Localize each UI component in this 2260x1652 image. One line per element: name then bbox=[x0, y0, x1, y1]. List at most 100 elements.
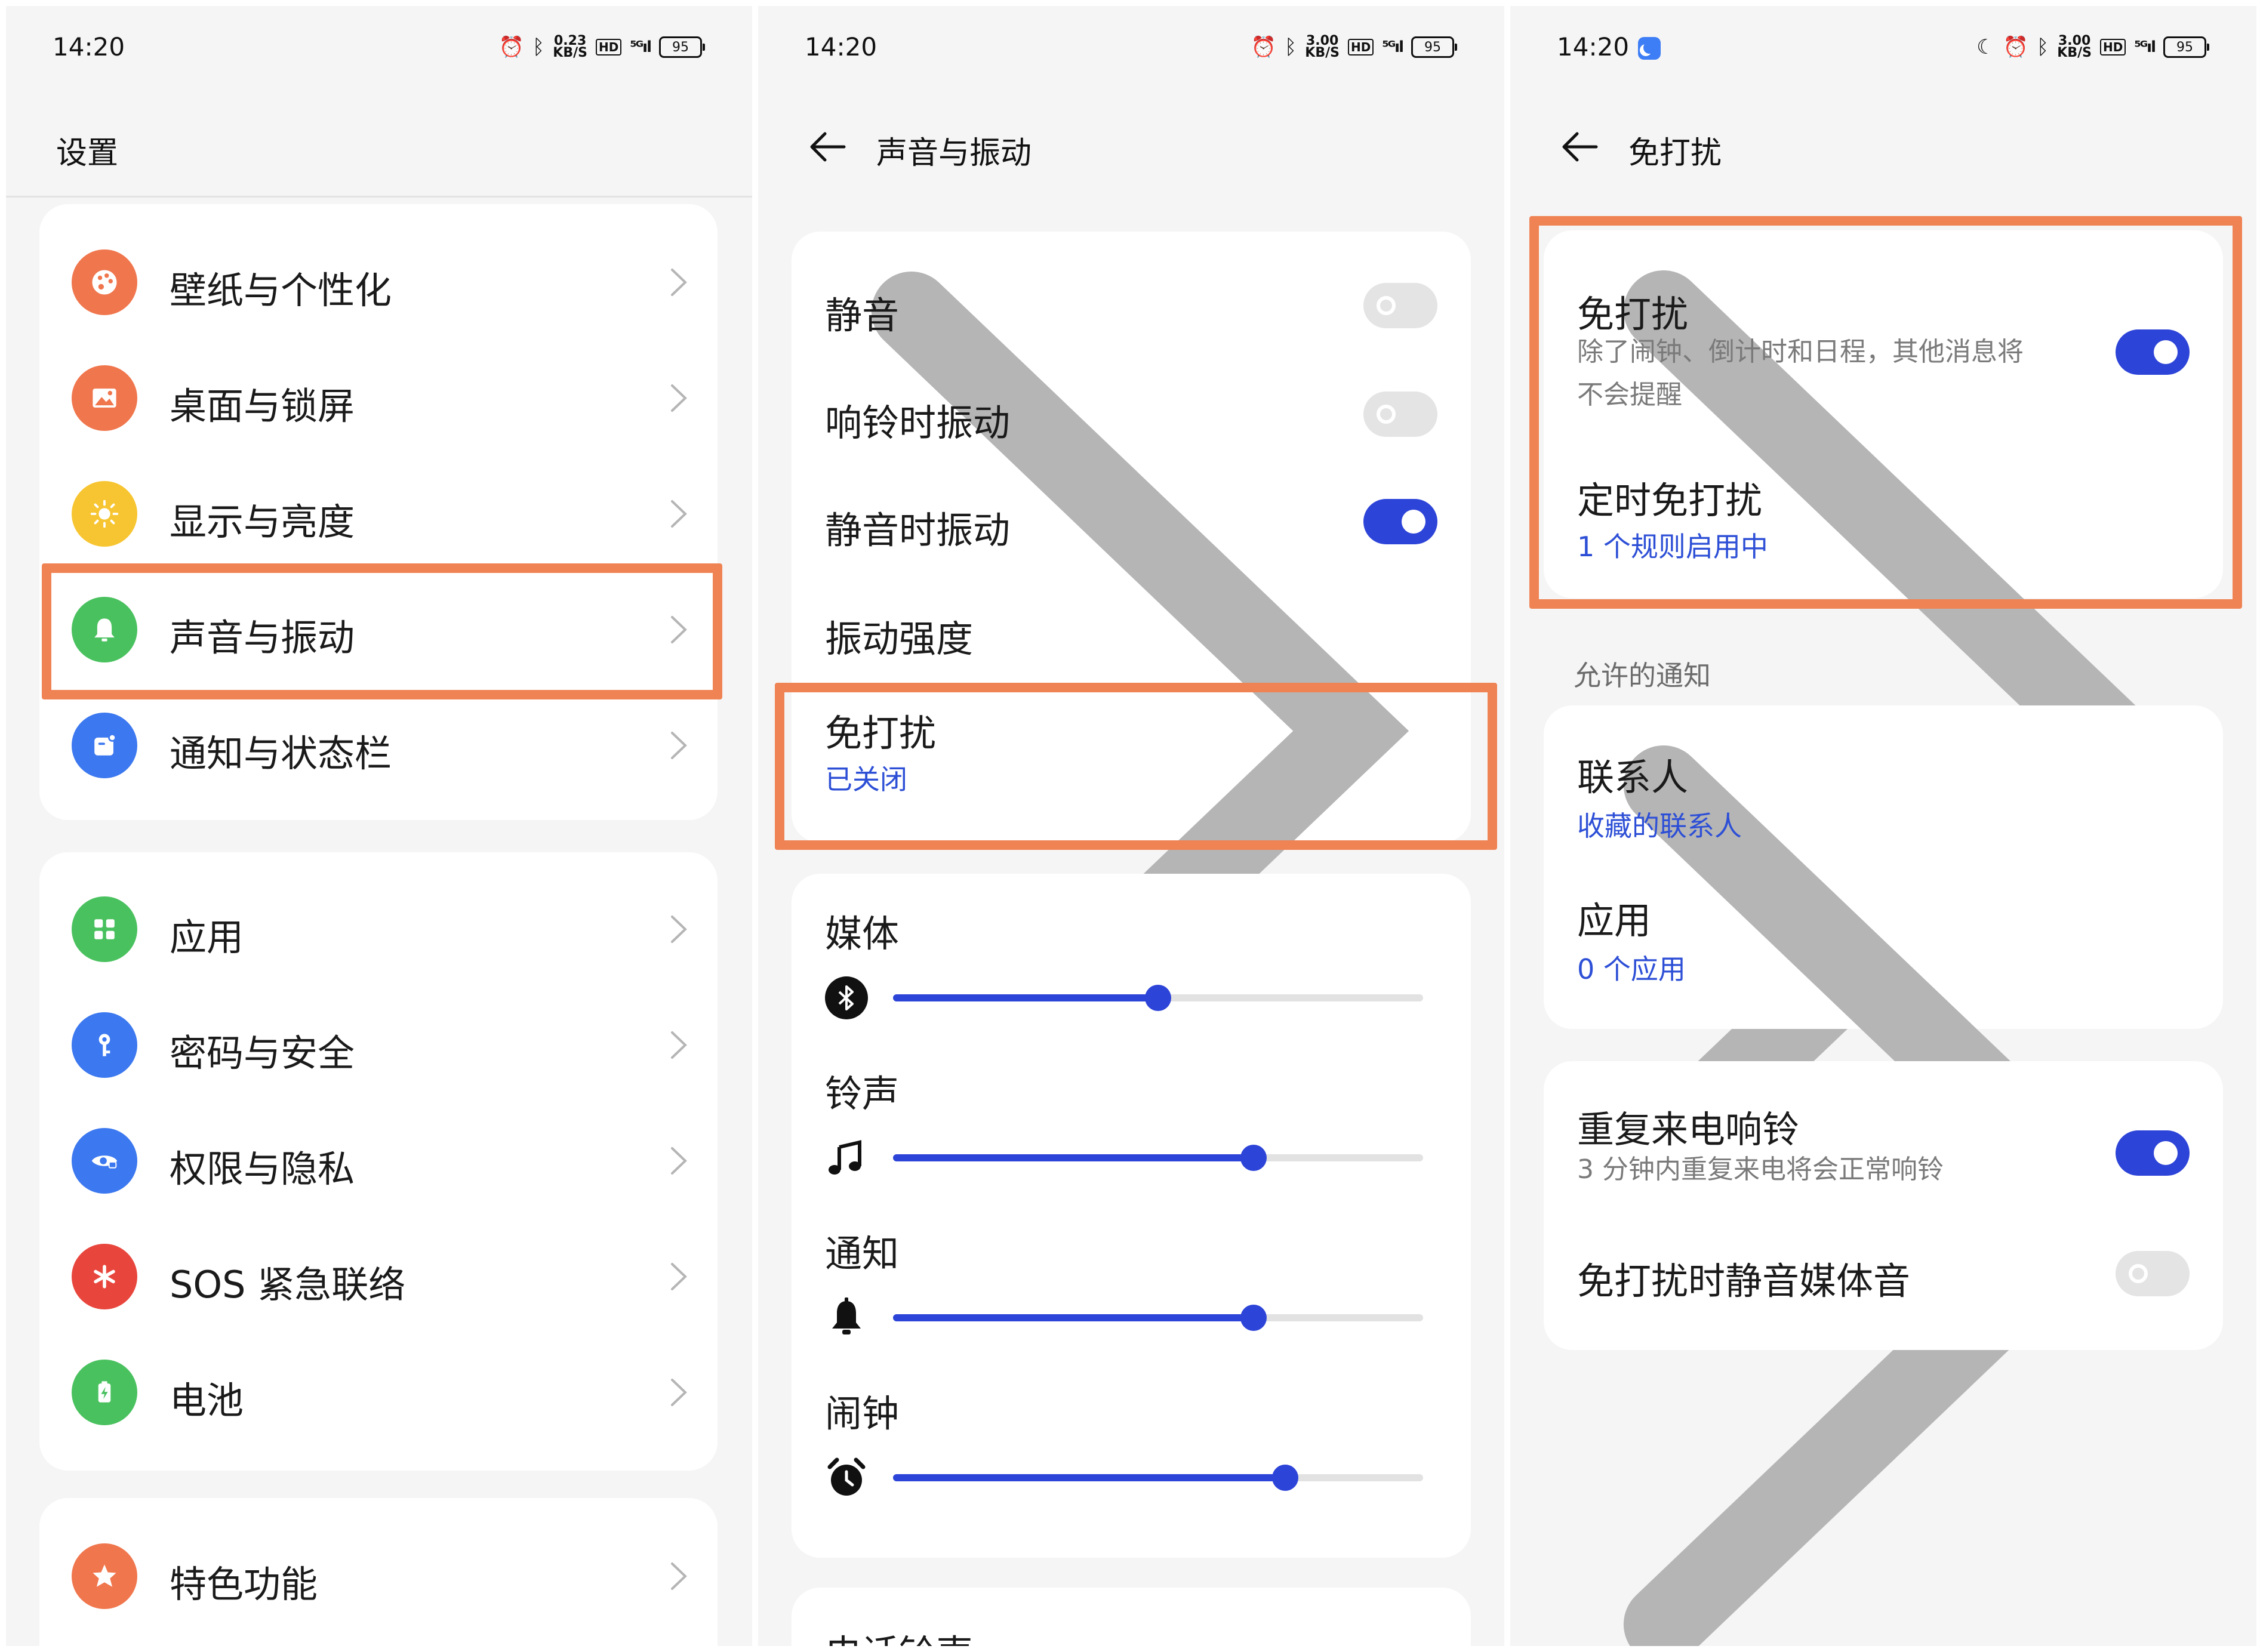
settings-item-label: 特色功能 bbox=[170, 1562, 318, 1606]
header-divider bbox=[6, 196, 752, 198]
battery-icon bbox=[72, 1360, 137, 1425]
allowed-notifications-label: 允许的通知 bbox=[1574, 659, 1711, 692]
silent-toggle[interactable] bbox=[1363, 283, 1437, 328]
chevron-right-icon bbox=[669, 1030, 689, 1060]
bluetooth-icon: ᛒ bbox=[2036, 35, 2049, 59]
settings-item-label: 桌面与锁屏 bbox=[170, 384, 355, 428]
status-icons: ☾ ⏰ ᛒ 3.00 KB/S HD ⁵ᴳıl 95 bbox=[1976, 33, 2209, 61]
settings-item[interactable]: 权限与隐私 bbox=[39, 1116, 718, 1206]
highlight-box bbox=[1529, 216, 2242, 609]
ringtone-label[interactable]: 电话铃声 bbox=[825, 1623, 973, 1646]
alarm-icon: ⏰ bbox=[2003, 35, 2028, 59]
vibrate-silent-toggle[interactable] bbox=[1363, 499, 1437, 544]
volume-slider-fill bbox=[893, 1474, 1286, 1481]
chevron-right-icon bbox=[669, 499, 689, 529]
apps-label[interactable]: 应用 bbox=[1577, 890, 1651, 944]
sound-vibration-screen: 14:20 ⏰ ᛒ 3.00 KB/S HD ⁵ᴳıl 95 声音与振动 静音 … bbox=[758, 6, 1504, 1646]
signal-icon: ⁵ᴳıl bbox=[1382, 38, 1404, 56]
status-bar: 14:20 ⏰ ᛒ 0.23 KB/S HD ⁵ᴳıl 95 bbox=[6, 6, 752, 90]
chevron-right-icon bbox=[669, 1377, 689, 1407]
volume-slider-fill bbox=[893, 994, 1158, 1001]
network-speed: 3.00 KB/S bbox=[1305, 33, 1340, 60]
signal-icon: ⁵ᴳıl bbox=[2134, 38, 2156, 56]
settings-item[interactable]: SOS 紧急联络 bbox=[39, 1232, 718, 1321]
mute-media-toggle[interactable] bbox=[2116, 1251, 2190, 1296]
contacts-sub: 收藏的联系人 bbox=[1577, 810, 1742, 842]
repeat-calls-toggle[interactable] bbox=[2116, 1130, 2190, 1176]
back-arrow-icon[interactable] bbox=[807, 129, 846, 165]
sos-asterisk-icon bbox=[72, 1244, 137, 1309]
volume-label: 闹钟 bbox=[825, 1392, 900, 1435]
volume-slider[interactable] bbox=[893, 1465, 1423, 1491]
star-icon bbox=[72, 1543, 137, 1609]
page-header: 设置 bbox=[6, 90, 752, 197]
page-title: 免打扰 bbox=[1628, 135, 1722, 171]
volume-slider-handle[interactable] bbox=[1240, 1145, 1267, 1171]
privacy-eye-icon bbox=[72, 1128, 137, 1194]
ringtone-card: 电话铃声 bbox=[792, 1588, 1471, 1646]
apps-icon bbox=[72, 896, 137, 962]
page-title: 设置 bbox=[56, 135, 119, 171]
highlight-box bbox=[42, 563, 722, 699]
settings-group-1: 壁纸与个性化 桌面与锁屏 显示与亮度 声音与振动 通知与状态栏 bbox=[39, 204, 718, 820]
settings-item[interactable]: 桌面与锁屏 bbox=[39, 353, 718, 443]
status-bar: 14:20 ☾ ⏰ ᛒ 3.00 KB/S HD ⁵ᴳıl 95 bbox=[1510, 6, 2256, 90]
hd-icon: HD bbox=[1348, 39, 1374, 56]
settings-group-3: 特色功能 bbox=[39, 1498, 718, 1646]
alarm-icon: ⏰ bbox=[498, 35, 524, 59]
volume-slider[interactable] bbox=[893, 1145, 1423, 1171]
alarm-icon: ⏰ bbox=[1251, 35, 1276, 59]
vibration-strength-item[interactable]: 振动强度 bbox=[825, 609, 973, 662]
contacts-label[interactable]: 联系人 bbox=[1577, 747, 1688, 801]
chevron-right-icon bbox=[669, 383, 689, 413]
repeat-calls-label: 重复来电响铃 bbox=[1577, 1108, 1800, 1151]
apps-sub: 0 个应用 bbox=[1577, 953, 1686, 985]
chevron-right-icon bbox=[669, 1146, 689, 1176]
settings-item[interactable]: 壁纸与个性化 bbox=[39, 238, 718, 327]
settings-item[interactable]: 通知与状态栏 bbox=[39, 701, 718, 790]
volume-slider-handle[interactable] bbox=[1240, 1305, 1267, 1331]
settings-item[interactable]: 特色功能 bbox=[39, 1531, 718, 1621]
chevron-right-icon bbox=[669, 1561, 689, 1591]
network-speed: 0.23 KB/S bbox=[553, 33, 587, 60]
volume-slider-fill bbox=[893, 1314, 1254, 1321]
do-not-disturb-screen: 14:20 ☾ ⏰ ᛒ 3.00 KB/S HD ⁵ᴳıl 95 免打扰 免打扰… bbox=[1510, 6, 2256, 1646]
palette-icon bbox=[72, 249, 137, 315]
volume-slider[interactable] bbox=[893, 1305, 1423, 1331]
settings-item[interactable]: 电池 bbox=[39, 1348, 718, 1437]
chevron-right-icon bbox=[669, 731, 689, 760]
allowed-card: 联系人 收藏的联系人 应用 0 个应用 bbox=[1544, 705, 2223, 1646]
vibrate-ring-toggle[interactable] bbox=[1363, 392, 1437, 437]
status-time: 14:20 bbox=[1557, 32, 1630, 61]
moon-icon: ☾ bbox=[1976, 35, 1995, 59]
volume-label: 通知 bbox=[825, 1232, 900, 1275]
silent-label: 静音 bbox=[825, 294, 900, 337]
volume-slider[interactable] bbox=[893, 985, 1423, 1011]
volume-label: 铃声 bbox=[825, 1072, 900, 1115]
volume-slider-handle[interactable] bbox=[1272, 1465, 1299, 1491]
settings-item-label: 电池 bbox=[170, 1379, 244, 1422]
settings-item-label: 通知与状态栏 bbox=[170, 732, 392, 775]
key-icon bbox=[72, 1012, 137, 1078]
alarm-clock-icon bbox=[824, 1455, 869, 1500]
settings-item-label: 权限与隐私 bbox=[170, 1147, 355, 1191]
vibrate-ring-label: 响铃时振动 bbox=[825, 401, 1011, 445]
settings-item[interactable]: 应用 bbox=[39, 884, 718, 974]
settings-item[interactable]: 密码与安全 bbox=[39, 1000, 718, 1090]
settings-item-label: 密码与安全 bbox=[170, 1031, 355, 1075]
settings-item-label: 壁纸与个性化 bbox=[170, 269, 392, 312]
volume-slider-handle[interactable] bbox=[1145, 985, 1171, 1011]
settings-group-2: 应用密码与安全权限与隐私 SOS 紧急联络电池 bbox=[39, 852, 718, 1471]
dnd-moon-badge-icon bbox=[1638, 37, 1661, 60]
settings-item[interactable]: 显示与亮度 bbox=[39, 469, 718, 559]
status-bar: 14:20 ⏰ ᛒ 3.00 KB/S HD ⁵ᴳıl 95 bbox=[758, 6, 1504, 90]
settings-item-label: 应用 bbox=[170, 916, 244, 959]
repeat-calls-desc: 3 分钟内重复来电将会正常响铃 bbox=[1577, 1154, 1944, 1185]
hd-icon: HD bbox=[2100, 39, 2126, 56]
back-arrow-icon[interactable] bbox=[1559, 129, 1599, 165]
battery-indicator: 95 bbox=[1411, 36, 1457, 58]
page-header: 免打扰 bbox=[1510, 90, 2256, 197]
sun-icon bbox=[72, 481, 137, 547]
signal-icon: ⁵ᴳıl bbox=[630, 38, 652, 56]
chevron-right-icon bbox=[669, 1262, 689, 1292]
